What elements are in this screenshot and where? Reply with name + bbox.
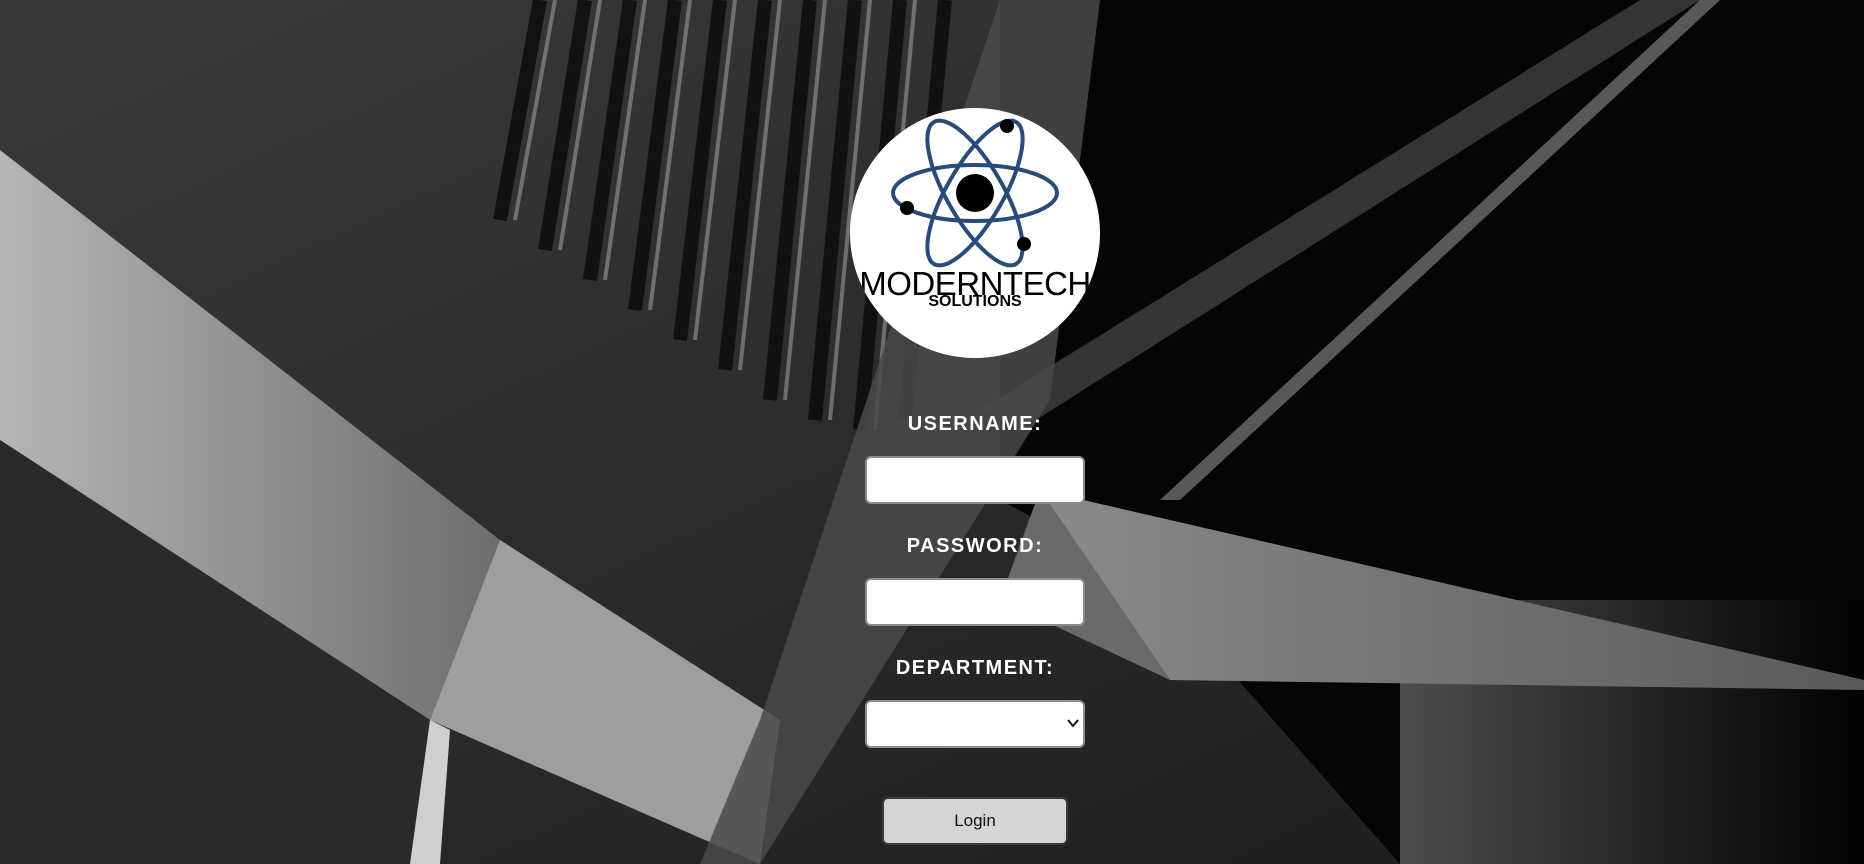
password-label: PASSWORD: (906, 535, 1044, 557)
username-label: USERNAME: (907, 413, 1043, 435)
login-button[interactable]: Login (882, 797, 1068, 845)
department-label: DEPARTMENT: (895, 657, 1055, 679)
password-input[interactable] (865, 578, 1085, 626)
logo-subtitle: SOLUTIONS (928, 293, 1022, 310)
atom-icon (891, 118, 1059, 268)
department-select[interactable] (865, 700, 1085, 748)
login-form: MODERNTECH SOLUTIONS USERNAME: PASSWORD:… (0, 0, 1864, 864)
company-logo: MODERNTECH SOLUTIONS (850, 108, 1100, 358)
username-input[interactable] (865, 456, 1085, 504)
